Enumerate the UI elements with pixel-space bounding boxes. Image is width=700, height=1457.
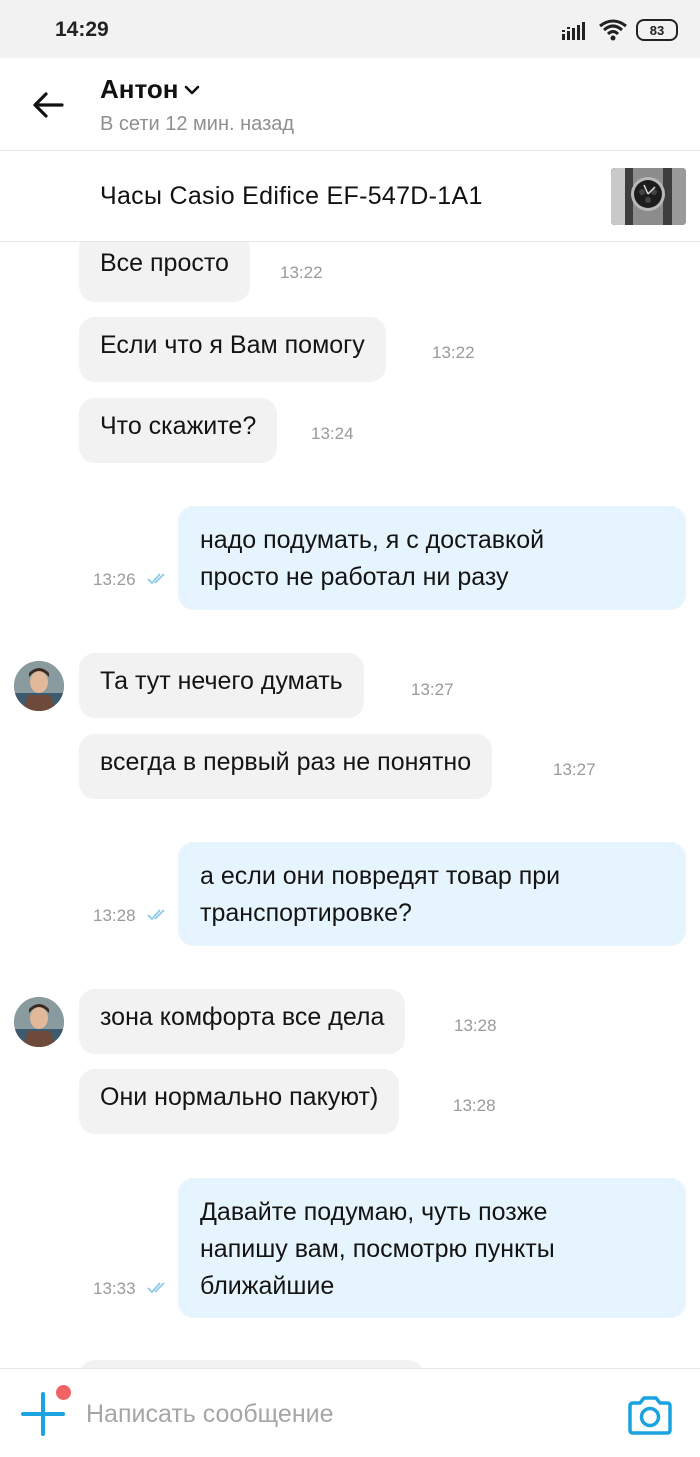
message-bubble-incoming[interactable]: Они нормально пакуют) (79, 1069, 400, 1134)
message-text-line: надо подумать, я с доставкой (200, 526, 545, 554)
status-time: 14:29 (55, 18, 109, 41)
avatar[interactable] (14, 661, 64, 711)
message-time: 13:24 (311, 424, 354, 443)
signal-icon (562, 22, 585, 40)
message-list[interactable]: Все просто 13:22 Если что я Вам помогу 1… (0, 242, 700, 1368)
message-time: 13:22 (280, 263, 323, 282)
message-time: 13:33 (93, 1279, 136, 1298)
message-bubble-incoming[interactable]: Та тут нечего думать (79, 653, 364, 718)
battery-indicator: 83 (636, 19, 678, 41)
message-text-line: Давайте подумаю, чуть позже (200, 1198, 548, 1226)
message-bubble-incoming-partial[interactable] (79, 1360, 424, 1368)
message-text: зона комфорта все дела (100, 1003, 385, 1031)
message-time: 13:27 (553, 760, 596, 779)
double-check-icon (147, 909, 165, 921)
message-bubble-incoming[interactable]: Что скажите? (79, 398, 278, 463)
message-bubble-incoming[interactable]: зона комфорта все дела (79, 989, 406, 1054)
message-text-line: а если они повредят товар при (200, 862, 561, 890)
double-check-icon (147, 1282, 165, 1294)
message-time: 13:28 (454, 1016, 497, 1035)
message-bubble-incoming[interactable]: Если что я Вам помогу (79, 317, 386, 382)
wifi-icon (599, 19, 627, 41)
avatar-image (14, 661, 64, 711)
message-time: 13:28 (93, 906, 136, 925)
chat-header: Антон В сети 12 мин. назад (0, 58, 700, 151)
message-text: Та тут нечего думать (100, 667, 343, 695)
message-text: Если что я Вам помогу (100, 331, 365, 359)
double-check-icon (147, 573, 165, 585)
camera-button[interactable] (626, 1394, 674, 1436)
message-time: 13:27 (411, 680, 454, 699)
message-text-line: транспортировке? (200, 899, 412, 927)
message-text: Они нормально пакуют) (100, 1083, 379, 1111)
product-title: Часы Casio Edifice EF-547D-1A1 (100, 182, 483, 210)
camera-icon (628, 1396, 672, 1435)
status-icons: 83 (562, 19, 678, 41)
message-text: всегда в первый раз не понятно (100, 748, 472, 776)
message-composer (0, 1368, 700, 1457)
message-text-line: напишу вам, посмотрю пункты (200, 1235, 555, 1263)
message-time: 13:22 (432, 343, 475, 362)
message-text-line: ближайшие (200, 1272, 335, 1300)
back-button[interactable] (28, 85, 68, 125)
message-time: 13:26 (93, 570, 136, 589)
message-bubble-outgoing[interactable]: а если они повредят товар при транспорти… (178, 842, 686, 946)
contact-name-button[interactable]: Антон (100, 74, 200, 105)
arrow-left-icon (33, 92, 64, 118)
watch-image (611, 168, 686, 225)
status-bar: 14:29 83 (0, 0, 700, 58)
message-bubble-incoming[interactable]: Все просто (79, 242, 250, 302)
message-text: Все просто (100, 249, 229, 277)
message-text: Что скажите? (100, 412, 257, 440)
message-text-line: просто не работал ни разу (200, 563, 509, 591)
chevron-down-icon (185, 85, 200, 94)
product-thumbnail[interactable] (611, 168, 686, 225)
message-input[interactable] (86, 1391, 586, 1437)
message-bubble-outgoing[interactable]: надо подумать, я с доставкой просто не р… (178, 506, 686, 610)
message-bubble-outgoing[interactable]: Давайте подумаю, чуть позже напишу вам, … (178, 1178, 686, 1318)
notification-dot (56, 1385, 71, 1400)
battery-level: 83 (649, 22, 665, 38)
contact-status: В сети 12 мин. назад (100, 113, 295, 135)
avatar[interactable] (14, 997, 64, 1047)
avatar-image (14, 997, 64, 1047)
contact-name: Антон (100, 74, 179, 104)
message-bubble-incoming[interactable]: всегда в первый раз не понятно (79, 734, 493, 799)
message-time: 13:28 (453, 1096, 496, 1115)
product-bar[interactable]: Часы Casio Edifice EF-547D-1A1 (0, 152, 700, 242)
